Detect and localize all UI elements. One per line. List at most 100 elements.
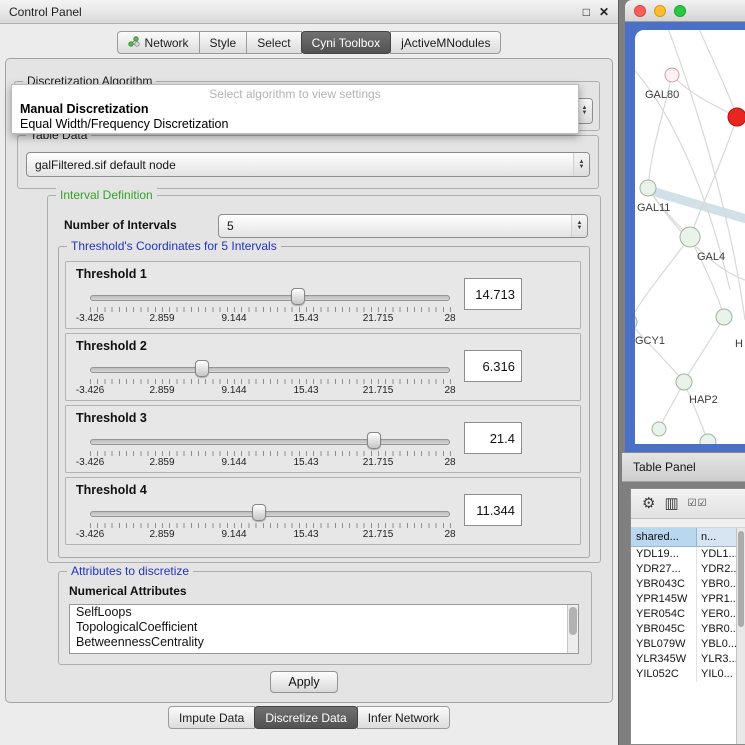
algorithm-dropdown-popup: Select algorithm to view settings Manual… (11, 84, 579, 134)
table-cell[interactable]: YDL19... (631, 547, 697, 562)
tab-impute-data[interactable]: Impute Data (168, 706, 255, 729)
slider-scale-label: 21.715 (363, 529, 394, 540)
network-node[interactable] (652, 422, 666, 436)
table-row[interactable]: YIL052CYIL0... (631, 667, 745, 682)
tab-label: Style (210, 36, 237, 50)
table-row[interactable]: YDL19...YDL1... (631, 547, 745, 562)
network-node-label: GCY1 (635, 335, 665, 347)
table-panel-window: ⚙ ▥ ☑☑ shared... n... YDL19...YDL1...YDR… (630, 488, 745, 745)
columns-icon[interactable]: ▥ (664, 496, 678, 511)
network-node[interactable] (680, 227, 700, 247)
slider-track[interactable] (90, 511, 450, 517)
slider-scale: -3.4262.8599.14415.4321.71528 (66, 457, 580, 470)
tab-jactivemnodules[interactable]: jActiveMNodules (390, 31, 501, 54)
network-node-selected[interactable] (728, 108, 745, 126)
threshold-label: Threshold 1 (76, 267, 147, 281)
table-toolbar-strip (631, 519, 745, 528)
network-node[interactable] (640, 180, 656, 196)
column-header-shared-name[interactable]: shared... (631, 528, 697, 546)
scrollbar-thumb[interactable] (738, 531, 744, 627)
table-row[interactable]: YLR345WYLR3... (631, 652, 745, 667)
table-row[interactable]: YBL079WYBL0... (631, 637, 745, 652)
network-node[interactable] (676, 374, 692, 390)
table-row[interactable]: YER054CYER0... (631, 607, 745, 622)
table-data-combobox[interactable]: galFiltered.sif default node ▲▼ (26, 152, 590, 177)
threshold-value-input[interactable] (464, 422, 522, 454)
table-cell[interactable]: YBR043C (631, 577, 697, 592)
tab-label: Discretize Data (265, 711, 346, 725)
close-button[interactable] (634, 5, 646, 17)
number-of-intervals-label: Number of Intervals (64, 218, 177, 232)
interval-definition-group: Interval Definition Number of Intervals … (47, 195, 601, 563)
slider-scale-label: 2.859 (149, 457, 174, 468)
gear-icon[interactable]: ⚙ (642, 496, 655, 511)
table-cell[interactable]: YDR27... (631, 562, 697, 577)
attribute-list-item[interactable]: SelfLoops (70, 605, 578, 620)
tab-label: Infer Network (368, 711, 439, 725)
slider-track[interactable] (90, 439, 450, 445)
threshold-2-panel: Threshold 2 -3.4262.8599.14415.4321.7152… (65, 333, 581, 401)
combo-value: 5 (227, 219, 234, 233)
table-row[interactable]: YPR145WYPR1... (631, 592, 745, 607)
table-row[interactable]: YBR043CYBR0... (631, 577, 745, 592)
zoom-button[interactable] (674, 5, 686, 17)
select-all-checkboxes-icon[interactable]: ☑☑ (688, 496, 708, 511)
table-cell[interactable]: YIL052C (631, 667, 697, 682)
network-node[interactable] (635, 314, 637, 330)
threshold-value-input[interactable] (464, 494, 522, 526)
table-cell[interactable]: YER054C (631, 607, 697, 622)
table-scrollbar[interactable] (736, 528, 745, 744)
dropdown-placeholder: Select algorithm to view settings (12, 85, 578, 101)
network-node[interactable] (665, 68, 679, 82)
table-cell[interactable]: YPR145W (631, 592, 697, 607)
tab-discretize-data[interactable]: Discretize Data (254, 706, 357, 729)
threshold-label: Threshold 3 (76, 411, 147, 425)
combo-value: galFiltered.sif default node (35, 158, 176, 172)
tab-network[interactable]: Network (117, 31, 200, 54)
threshold-value-input[interactable] (464, 278, 522, 310)
slider-track[interactable] (90, 295, 450, 301)
attributes-group: Attributes to discretize Numerical Attri… (58, 571, 592, 665)
table-row[interactable]: YDR27...YDR2... (631, 562, 745, 577)
table-toolbar: ⚙ ▥ ☑☑ (631, 489, 745, 519)
close-window-icon[interactable]: ✕ (599, 5, 609, 19)
slider-thumb[interactable] (195, 360, 209, 377)
network-node[interactable] (700, 434, 716, 444)
float-window-icon[interactable]: □ (583, 5, 590, 19)
slider-scale-label: 15.43 (293, 529, 318, 540)
table-cell[interactable]: YLR345W (631, 652, 697, 667)
slider-thumb[interactable] (367, 432, 381, 449)
attribute-list-item[interactable]: TopologicalCoefficient (70, 620, 578, 635)
slider-scale-label: 28 (444, 457, 455, 468)
slider-thumb[interactable] (291, 288, 305, 305)
attribute-list-item[interactable]: BetweennessCentrality (70, 635, 578, 650)
minimize-button[interactable] (654, 5, 666, 17)
slider-scale-label: 2.859 (149, 529, 174, 540)
tab-cyni-toolbox[interactable]: Cyni Toolbox (301, 31, 391, 54)
slider-scale-label: 21.715 (363, 385, 394, 396)
table-cell[interactable]: YBL079W (631, 637, 697, 652)
scrollbar-thumb[interactable] (569, 607, 577, 635)
slider-track[interactable] (90, 367, 450, 373)
slider-scale-label: 2.859 (149, 385, 174, 396)
table-cell[interactable]: YBR045C (631, 622, 697, 637)
table-row[interactable]: YBR045CYBR0... (631, 622, 745, 637)
apply-button[interactable]: Apply (270, 671, 338, 693)
list-scrollbar[interactable] (567, 605, 578, 653)
dropdown-option-equal-width-frequency[interactable]: Equal Width/Frequency Discretization (12, 116, 578, 131)
slider-thumb[interactable] (252, 504, 266, 521)
slider-scale-label: 28 (444, 385, 455, 396)
tab-select[interactable]: Select (246, 31, 301, 54)
number-of-intervals-combobox[interactable]: 5 ▲▼ (218, 214, 588, 238)
dropdown-option-manual-discretization[interactable]: Manual Discretization (12, 101, 578, 116)
threshold-value-input[interactable] (464, 350, 522, 382)
threshold-4-panel: Threshold 4 -3.4262.8599.14415.4321.7152… (65, 477, 581, 545)
network-node[interactable] (716, 309, 732, 325)
attributes-listbox[interactable]: SelfLoopsTopologicalCoefficientBetweenne… (69, 604, 579, 654)
tab-style[interactable]: Style (199, 31, 248, 54)
table-data-group: Table Data galFiltered.sif default node … (17, 135, 599, 189)
top-tabbar: Network Style Select Cyni Toolbox jActiv… (0, 31, 619, 54)
slider-scale-label: 28 (444, 529, 455, 540)
tab-infer-network[interactable]: Infer Network (357, 706, 450, 729)
network-canvas[interactable]: GAL80GAL11GAL4GCY1HHAP2 (635, 30, 745, 444)
